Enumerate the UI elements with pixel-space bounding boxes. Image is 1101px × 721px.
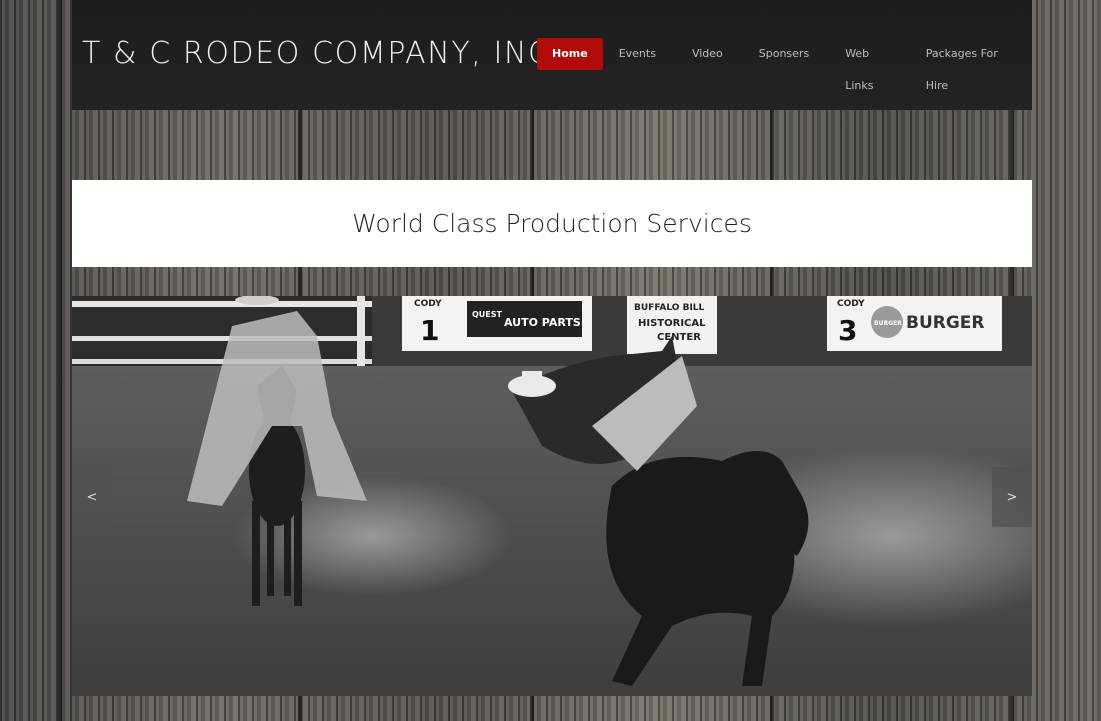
sponsor-sign-1-brand: QUEST: [472, 310, 503, 319]
nav-item-web-links[interactable]: Web Links: [837, 38, 898, 92]
sponsor-sign-3-text: BURGER: [906, 313, 985, 333]
sponsor-sign-3-town: CODY: [837, 299, 865, 309]
tagline-banner: World Class Production Services: [72, 180, 1032, 267]
nav-item-home[interactable]: Home: [537, 38, 603, 70]
slider-prev-button[interactable]: <: [72, 467, 112, 527]
main-nav: Home Events Video Sponsers Web Links Pac…: [537, 38, 1032, 92]
image-slider: CODY 1 QUEST AUTO PARTS BUFFALO BILL HIS…: [72, 296, 1032, 696]
sponsor-sign-3-number: 3: [838, 314, 857, 347]
sponsor-sign-1-town: CODY: [414, 299, 442, 309]
wood-plank-seam: [58, 0, 62, 721]
sponsor-sign-1: CODY 1 QUEST AUTO PARTS: [402, 296, 592, 351]
sponsor-sign-1-number: 1: [420, 314, 439, 347]
slider-next-button[interactable]: >: [992, 467, 1032, 527]
nav-item-video[interactable]: Video: [684, 38, 731, 70]
nav-item-sponsers[interactable]: Sponsers: [751, 38, 817, 70]
rodeo-slide-image: CODY 1 QUEST AUTO PARTS BUFFALO BILL HIS…: [72, 296, 1032, 696]
sponsor-sign-2-line2: HISTORICAL: [638, 318, 706, 329]
sponsor-sign-2-line3: CENTER: [657, 332, 701, 343]
sponsor-sign-2-line1: BUFFALO BILL: [634, 303, 705, 313]
site-header: T & C RODEO COMPANY, INC. Home Events Vi…: [72, 0, 1032, 110]
site-logo[interactable]: T & C RODEO COMPANY, INC.: [82, 36, 562, 71]
nav-item-events[interactable]: Events: [611, 38, 664, 70]
nav-item-packages-for-hire[interactable]: Packages For Hire: [918, 38, 1012, 92]
banner-title: World Class Production Services: [352, 209, 752, 238]
sponsor-sign-3: CODY 3 BURGER KING BURGER: [827, 296, 1002, 351]
sponsor-sign-1-text: AUTO PARTS: [504, 316, 581, 329]
